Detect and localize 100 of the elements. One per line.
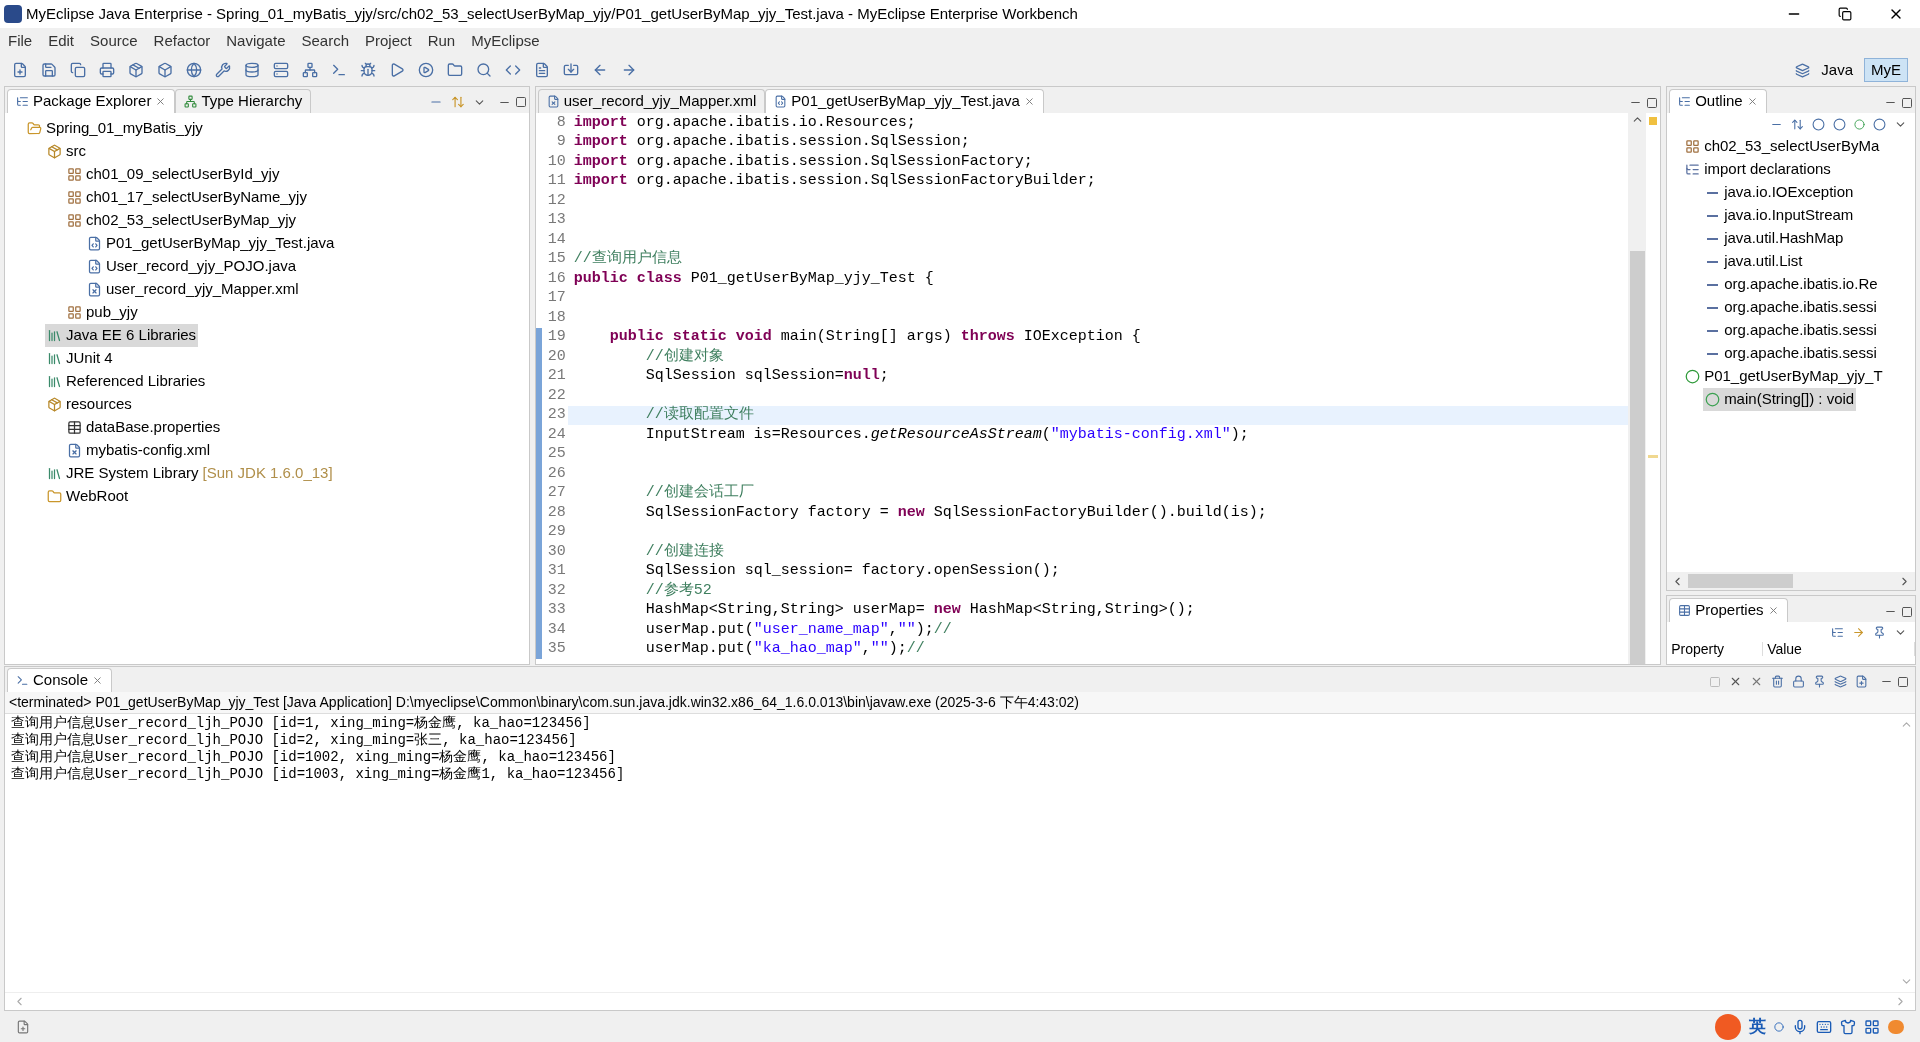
dot-icon[interactable] <box>1854 118 1865 130</box>
ime-mode[interactable]: 英 <box>1749 1013 1766 1040</box>
column-header[interactable]: Value <box>1763 642 1915 656</box>
tree-item[interactable]: pub_yjy <box>65 301 140 324</box>
item-label: org.apache.ibatis.sessi <box>1724 297 1877 318</box>
back-icon[interactable] <box>592 62 608 78</box>
server-icon[interactable] <box>273 62 289 78</box>
wrench-icon[interactable] <box>215 62 231 78</box>
maximize-icon[interactable] <box>1901 96 1913 109</box>
tree-item[interactable]: ch01_17_selectUserByName_yjy <box>65 186 309 209</box>
tree-item[interactable]: Java EE 6 Libraries <box>45 324 199 347</box>
layers-icon[interactable] <box>1795 62 1811 78</box>
microphone-icon[interactable] <box>1792 1018 1808 1035</box>
view-tab[interactable]: Properties <box>1669 598 1788 622</box>
menu-item[interactable]: Project <box>365 29 412 53</box>
menu-item[interactable]: File <box>8 29 33 53</box>
tree-item[interactable]: ch01_09_selectUserById_yjy <box>65 163 282 186</box>
sort-icon[interactable] <box>1791 117 1804 131</box>
menu-item[interactable]: Edit <box>48 29 75 53</box>
shirt-icon[interactable] <box>1840 1018 1856 1035</box>
menu-item[interactable]: Refactor <box>153 29 211 53</box>
tree-item[interactable]: org.apache.ibatis.io.Re <box>1703 273 1880 296</box>
item-label: java.util.List <box>1724 251 1803 272</box>
tree-item[interactable]: resources <box>45 393 134 416</box>
network-icon[interactable] <box>302 62 318 78</box>
tree-item[interactable]: main(String[]) : void <box>1703 388 1857 411</box>
tree-item[interactable]: ch02_53_selectUserByMap_yjy <box>65 209 299 232</box>
view-tab[interactable]: Type Hierarchy <box>175 89 312 113</box>
tree-item[interactable]: Referenced Libraries <box>45 370 208 393</box>
overview-marker[interactable] <box>1648 455 1659 458</box>
document-icon[interactable] <box>534 62 550 78</box>
perspective-button[interactable]: Java <box>1814 58 1860 82</box>
new-file-icon[interactable] <box>12 62 28 78</box>
database-icon[interactable] <box>244 62 260 78</box>
globe-icon[interactable] <box>186 62 202 78</box>
forward-icon[interactable] <box>621 62 637 78</box>
circle-icon <box>1705 392 1721 407</box>
view-tab[interactable]: P01_getUserByMap_yjy_Test.java <box>765 89 1044 113</box>
view-tab[interactable]: Package Explorer <box>7 89 176 113</box>
tree-item[interactable]: Spring_01_myBatis_yjy <box>25 117 205 140</box>
tree-item[interactable]: org.apache.ibatis.sessi <box>1703 342 1879 365</box>
code-icon[interactable] <box>505 62 521 78</box>
menu-item[interactable]: Run <box>427 29 456 53</box>
tree-item[interactable]: java.io.InputStream <box>1703 204 1856 227</box>
menu-item[interactable]: Source <box>90 29 138 53</box>
new-console-icon[interactable] <box>1855 675 1868 688</box>
tree-item[interactable]: mybatis-config.xml <box>65 439 213 462</box>
item-label: ch01_17_selectUserByName_yjy <box>86 187 307 208</box>
view-tab[interactable]: Console <box>7 668 113 692</box>
tree-item[interactable]: org.apache.ibatis.sessi <box>1703 319 1879 342</box>
print-icon[interactable] <box>99 62 115 78</box>
maximize-icon[interactable] <box>1897 675 1909 688</box>
copy-icon[interactable] <box>70 62 86 78</box>
run-icon[interactable] <box>389 62 405 78</box>
menu-item[interactable]: Navigate <box>226 29 286 53</box>
scroll-lock-icon[interactable] <box>1792 675 1805 688</box>
tree-item[interactable]: JUnit 4 <box>45 347 115 370</box>
save-icon[interactable] <box>41 62 57 78</box>
terminal-icon[interactable] <box>331 62 347 78</box>
maximize-icon[interactable] <box>1901 605 1913 618</box>
clear-icon[interactable] <box>1771 675 1784 688</box>
tree-item[interactable]: java.util.HashMap <box>1703 227 1846 250</box>
menu-item[interactable]: Search <box>301 29 349 53</box>
warning-marker[interactable] <box>1649 117 1658 125</box>
tree-item[interactable]: JRE System Library [Sun JDK 1.6.0_13] <box>45 462 335 485</box>
tree-item[interactable]: user_record_yjy_Mapper.xml <box>85 278 301 301</box>
tree-item[interactable]: org.apache.ibatis.sessi <box>1703 296 1879 319</box>
tree-item[interactable]: java.io.IOException <box>1703 181 1856 204</box>
tree-item[interactable]: ch02_53_selectUserByMa <box>1683 135 1882 158</box>
search-icon[interactable] <box>476 62 492 78</box>
pin-icon[interactable] <box>1813 675 1826 688</box>
tree-item[interactable]: java.util.List <box>1703 250 1805 273</box>
status-icon[interactable] <box>16 1019 30 1034</box>
bug-icon[interactable] <box>360 62 376 78</box>
keyboard-icon[interactable] <box>1816 1018 1832 1035</box>
package-icon[interactable] <box>128 62 144 78</box>
tree-item[interactable]: WebRoot <box>45 485 131 508</box>
app-logo-icon <box>4 5 22 23</box>
pin-icon[interactable] <box>1873 625 1886 639</box>
vertical-scrollbar[interactable] <box>1628 113 1647 664</box>
view-tab[interactable]: user_record_yjy_Mapper.xml <box>537 89 766 113</box>
view-tab[interactable]: Outline <box>1669 89 1767 113</box>
tree-item[interactable]: P01_getUserByMap_yjy_T <box>1683 365 1885 388</box>
box-icon[interactable] <box>157 62 173 78</box>
column-header[interactable]: Property <box>1667 642 1764 656</box>
folder-icon[interactable] <box>447 62 463 78</box>
grid-icon[interactable] <box>1864 1018 1880 1035</box>
menu-item[interactable]: MyEclipse <box>471 29 540 53</box>
categories-icon[interactable] <box>1831 625 1844 639</box>
maximize-icon[interactable] <box>1646 96 1659 109</box>
restore-icon[interactable] <box>1838 7 1852 21</box>
import-icon[interactable] <box>563 62 579 78</box>
tree-item[interactable]: P01_getUserByMap_yjy_Test.java <box>85 232 337 255</box>
tree-item[interactable]: User_record_yjy_POJO.java <box>85 255 299 278</box>
tree-item[interactable]: import declarations <box>1683 158 1833 181</box>
maximize-icon[interactable] <box>514 96 527 108</box>
play-circle-icon[interactable] <box>418 62 434 78</box>
tree-item[interactable]: dataBase.properties <box>65 416 223 439</box>
tree-item[interactable]: src <box>45 140 88 163</box>
perspective-button[interactable]: MyE <box>1864 58 1908 82</box>
